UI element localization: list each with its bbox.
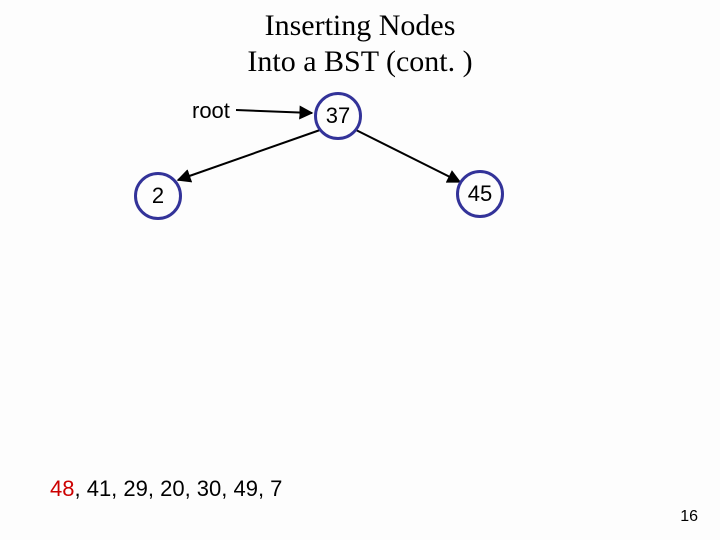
title-line-1: Inserting Nodes [265,9,456,42]
pending-insertions: 48, 41, 29, 20, 30, 49, 7 [50,476,282,502]
edge-root-left [178,130,320,180]
tree-node-left-value: 2 [152,183,164,209]
edge-root-right [356,130,460,182]
slide-title: Inserting Nodes Into a BST (cont. ) [0,8,720,80]
tree-edges [0,0,720,540]
tree-node-root: 37 [314,92,362,140]
title-line-2: Into a BST (cont. ) [247,45,472,78]
tree-node-right-value: 45 [468,181,492,207]
page-number: 16 [680,508,698,526]
tree-node-root-value: 37 [326,103,350,129]
tree-node-left: 2 [134,172,182,220]
root-pointer-label: root [192,98,230,124]
root-pointer-arrow [236,110,312,113]
tree-node-right: 45 [456,170,504,218]
pending-current: 48 [50,476,74,501]
pending-rest: , 41, 29, 20, 30, 49, 7 [74,476,282,501]
